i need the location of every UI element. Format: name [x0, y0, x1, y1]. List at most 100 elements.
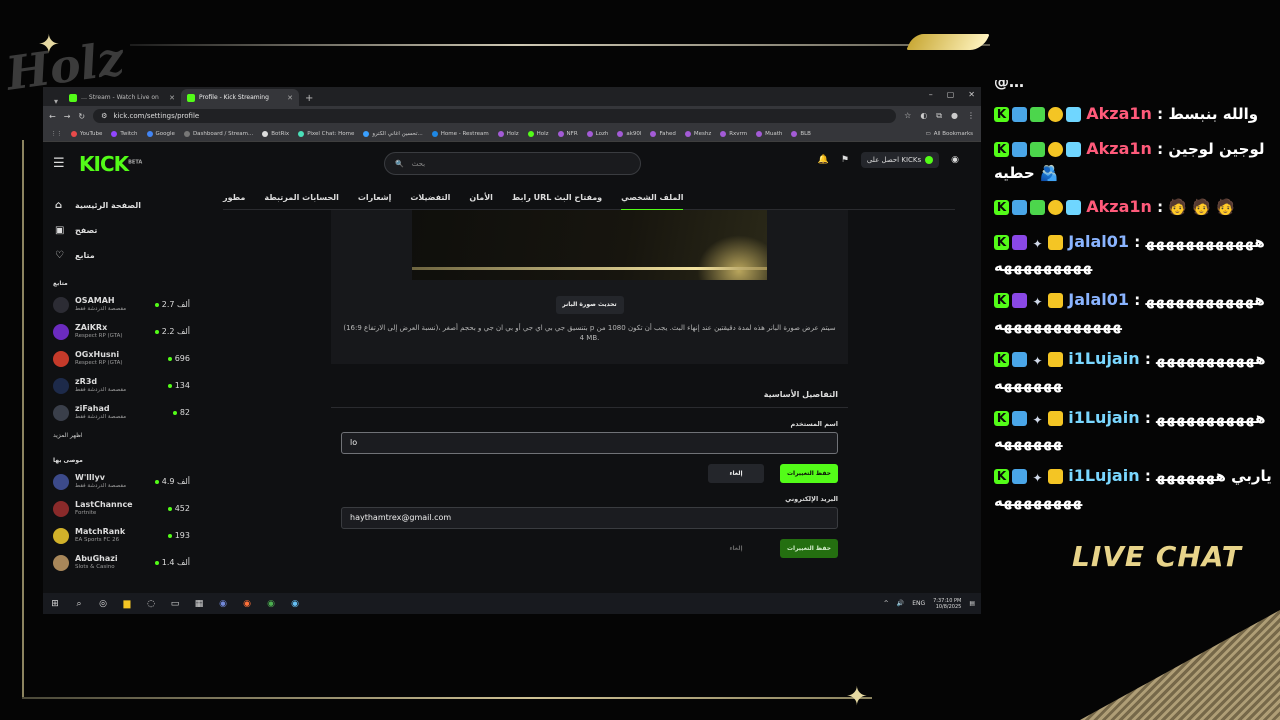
- menu-icon[interactable]: ☰: [53, 156, 73, 171]
- kick-logo[interactable]: KICKBETA: [79, 152, 142, 176]
- bookmark-item[interactable]: Pixel Chat: Home: [298, 130, 354, 137]
- task-view-icon[interactable]: ◎: [97, 599, 109, 609]
- bookmark-item[interactable]: NFR: [557, 130, 578, 137]
- menu-dots-icon[interactable]: ⋮: [967, 111, 975, 121]
- all-bookmarks[interactable]: ▭ All Bookmarks: [926, 131, 974, 137]
- address-bar[interactable]: ⚙ kick.com/settings/profile: [93, 109, 897, 123]
- username-input[interactable]: lo: [341, 431, 838, 454]
- tab-security[interactable]: الأمان: [469, 185, 492, 210]
- profile-avatar-icon[interactable]: ●: [951, 111, 958, 121]
- avatar: [53, 404, 69, 421]
- bookmark-item[interactable]: Holz: [497, 130, 519, 137]
- bookmark-item[interactable]: YouTube: [71, 130, 102, 137]
- chat-badges: K: [994, 141, 1081, 157]
- apps-icon[interactable]: ⋮⋮: [51, 131, 62, 137]
- chat-username[interactable]: Jalal01: [1068, 232, 1129, 251]
- maximize-icon[interactable]: ▢: [947, 90, 955, 99]
- chat-username[interactable]: Jalal01: [1068, 290, 1129, 309]
- cancel-button[interactable]: إلغاء: [708, 539, 764, 558]
- folder-icon[interactable]: ▆: [121, 599, 133, 609]
- bookmark-item[interactable]: Lozh: [586, 130, 608, 137]
- show-more-link[interactable]: اظهر المزيد: [43, 426, 198, 445]
- close-icon[interactable]: ✕: [169, 94, 175, 102]
- browser-tab-active[interactable]: Profile - Kick Streaming ✕: [181, 89, 299, 106]
- tab-search-icon[interactable]: ▾: [49, 97, 63, 106]
- language-indicator[interactable]: ENG: [912, 600, 925, 607]
- channel-item[interactable]: OSAMAH مقصصة الدردشة فقط 2.7 ألف: [43, 291, 198, 318]
- app-icon[interactable]: ◌: [145, 599, 157, 609]
- bookmark-item[interactable]: Dashboard / Stream...: [183, 130, 253, 137]
- bookmark-item[interactable]: BotRix: [262, 130, 289, 137]
- site-info-icon[interactable]: ⚙: [101, 112, 107, 120]
- channel-item[interactable]: ziFahad مقصصة الدردشة فقط 82: [43, 399, 198, 426]
- bookmark-item[interactable]: Meshz: [684, 130, 711, 137]
- update-banner-button[interactable]: تحديث صورة البانر: [555, 296, 624, 314]
- chrome-icon[interactable]: ◉: [265, 599, 277, 609]
- chat-username[interactable]: i1Lujain: [1068, 408, 1139, 427]
- app-icon[interactable]: ▦: [193, 599, 205, 609]
- bookmark-star-icon[interactable]: ☆: [904, 111, 911, 121]
- chat-username[interactable]: Akza1n: [1086, 197, 1152, 216]
- minimize-icon[interactable]: –: [929, 90, 933, 99]
- bookmark-item[interactable]: Google: [146, 130, 175, 137]
- notifications-icon[interactable]: 🔔: [818, 155, 829, 165]
- channel-item[interactable]: AbuGhazi Slots & Casino 1.4 ألف: [43, 549, 198, 576]
- tab-developer[interactable]: مطور: [223, 185, 245, 210]
- chat-username[interactable]: i1Lujain: [1068, 349, 1139, 368]
- channel-item[interactable]: OGxHusni Respect RP (GTA) 696: [43, 345, 198, 372]
- extensions-puzzle-icon[interactable]: ⧉: [936, 111, 942, 121]
- app-icon[interactable]: ▭: [169, 599, 181, 609]
- search-icon[interactable]: ⌕: [73, 599, 85, 609]
- bookmark-item[interactable]: ak90l: [617, 130, 641, 137]
- email-input[interactable]: haythamtrex@gmail.com: [341, 506, 838, 529]
- bookmark-item[interactable]: تحسين اغاني الكترو...: [363, 130, 423, 137]
- chevron-up-icon[interactable]: ^: [884, 600, 889, 607]
- sidebar-item-following[interactable]: ♡ متابع: [55, 243, 198, 268]
- save-button[interactable]: حفظ التغييرات: [780, 538, 838, 558]
- channel-item[interactable]: zR3d مقصصة الدردشة فقط 134: [43, 372, 198, 399]
- browser-tab[interactable]: … Stream - Watch Live on ✕: [63, 89, 181, 106]
- tab-connected-accounts[interactable]: الحسابات المرتبطة: [264, 185, 339, 210]
- new-tab-button[interactable]: +: [299, 93, 319, 106]
- bookmark-item[interactable]: Muath: [756, 130, 782, 137]
- firefox-icon[interactable]: ◉: [241, 599, 253, 609]
- clock[interactable]: 7:37:10 PM 10/8/2025: [933, 598, 961, 610]
- back-icon[interactable]: ←: [49, 112, 56, 121]
- channel-item[interactable]: LastChannce Fortnite 452: [43, 495, 198, 522]
- discord-icon[interactable]: ◉: [217, 599, 229, 609]
- profile-avatar-icon[interactable]: ◉: [951, 155, 959, 165]
- tab-preferences[interactable]: التفضيلات: [410, 185, 450, 210]
- flag-icon[interactable]: ⚑: [841, 155, 849, 165]
- channel-item[interactable]: ZAiKRx Respect RP (GTA) 2.2 ألف: [43, 318, 198, 345]
- notification-center-icon[interactable]: ▤: [969, 600, 975, 607]
- sidebar-item-browse[interactable]: ▣ تصفح: [55, 218, 198, 243]
- chat-username[interactable]: Akza1n: [1086, 139, 1152, 158]
- tab-profile[interactable]: الملف الشخصي: [621, 185, 684, 211]
- search-input[interactable]: 🔍 بحث: [384, 152, 641, 175]
- extension-icon[interactable]: ◐: [920, 111, 927, 121]
- reload-icon[interactable]: ↻: [78, 112, 85, 121]
- tab-stream-key[interactable]: رابط URL ومفتاح البث: [512, 185, 602, 210]
- star-icon: ✦: [38, 30, 60, 60]
- save-button[interactable]: حفظ التغييرات: [780, 463, 838, 483]
- get-kicks-button[interactable]: احصل على KICKs: [860, 152, 940, 168]
- channel-item[interactable]: MatchRank EA Sports FC 26 193: [43, 522, 198, 549]
- forward-icon[interactable]: →: [64, 112, 71, 121]
- close-icon[interactable]: ✕: [287, 94, 293, 102]
- bookmark-item[interactable]: Rxvrm: [720, 130, 747, 137]
- start-icon[interactable]: ⊞: [49, 599, 61, 609]
- sidebar-item-home[interactable]: ⌂ الصفحة الرئيسية: [55, 193, 198, 218]
- bookmark-item[interactable]: Fahed: [650, 130, 676, 137]
- cancel-button[interactable]: إلغاء: [708, 463, 764, 483]
- channel-item[interactable]: W'lllyv مقصصة الدردشة فقط 4.9 ألف: [43, 468, 198, 495]
- chat-username[interactable]: Akza1n: [1086, 104, 1152, 123]
- close-window-icon[interactable]: ✕: [968, 90, 975, 99]
- bookmark-item[interactable]: Home - Restream: [431, 130, 489, 137]
- tab-notifications[interactable]: إشعارات: [358, 185, 392, 210]
- volume-icon[interactable]: 🔊: [897, 600, 904, 607]
- steam-icon[interactable]: ◉: [289, 599, 301, 609]
- bookmark-item[interactable]: Holz: [527, 130, 549, 137]
- chat-username[interactable]: i1Lujain: [1068, 466, 1139, 485]
- bookmark-item[interactable]: BLB: [791, 130, 811, 137]
- bookmark-item[interactable]: Twitch: [111, 130, 138, 137]
